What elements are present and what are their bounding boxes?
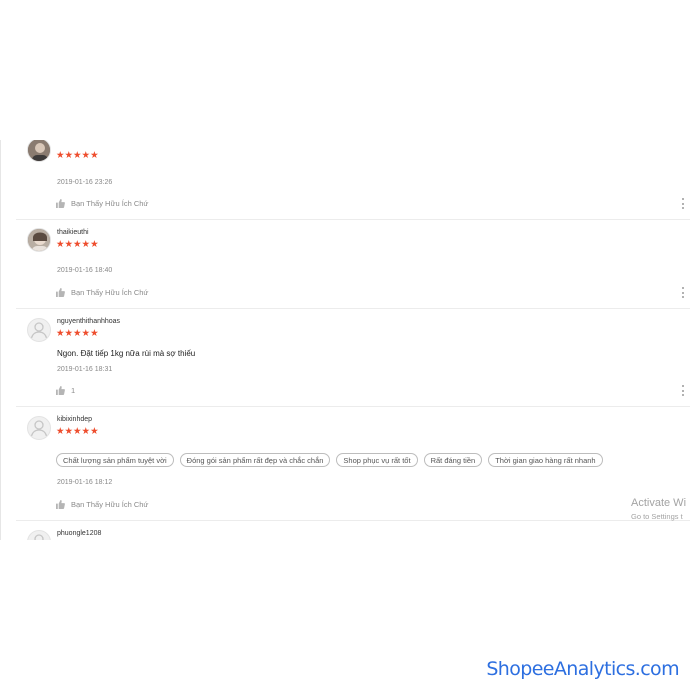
- thumbs-up-icon: [56, 499, 65, 509]
- rating-stars: ★★★★★: [56, 239, 99, 250]
- username[interactable]: nguyenthithanhhoas: [57, 318, 120, 325]
- avatar: [27, 140, 51, 162]
- helpful-label: Bạn Thấy Hữu Ích Chứ: [71, 198, 149, 208]
- username[interactable]: thaikieuthi: [57, 229, 89, 236]
- reviews-screenshot: ★★★★★ 2019-01-16 23:26 Bạn Thấy Hữu Ích …: [0, 140, 690, 540]
- review-date: 2019-01-16 23:26: [57, 179, 113, 186]
- more-options-icon[interactable]: [681, 385, 685, 396]
- rating-stars: ★★★★★: [56, 150, 99, 161]
- review-tag: Rất đáng tiền: [423, 453, 483, 467]
- thumbs-up-icon: [56, 198, 65, 208]
- default-avatar-icon: [34, 534, 44, 540]
- like-count: 1: [71, 385, 76, 395]
- activation-subtitle: Go to Settings t: [631, 512, 683, 521]
- review-comment: Ngon. Đặt tiếp 1kg nữa rùi mà sợ thiếu: [57, 349, 196, 358]
- helpful-button[interactable]: Bạn Thấy Hữu Ích Chứ: [56, 287, 148, 297]
- windows-activation-overlay: Activate Wi Go to Settings t: [631, 497, 690, 522]
- avatar: [27, 228, 51, 252]
- avatar: [27, 530, 51, 540]
- review-item: thaikieuthi ★★★★★ 2019-01-16 18:40 Bạn T…: [16, 220, 690, 309]
- thumbs-up-icon: [56, 287, 65, 297]
- helpful-label: Bạn Thấy Hữu Ích Chứ: [71, 499, 149, 509]
- review-item: kibixinhdep ★★★★★ Chất lượng sản phẩm tu…: [16, 407, 690, 521]
- review-tag: Chất lượng sản phẩm tuyệt vời: [56, 453, 174, 467]
- review-tags: Chất lượng sản phẩm tuyệt vời Đóng gói s…: [56, 453, 603, 467]
- username[interactable]: phuongle1208: [57, 530, 101, 537]
- helpful-button[interactable]: Bạn Thấy Hữu Ích Chứ: [56, 499, 148, 509]
- more-options-icon[interactable]: [681, 198, 685, 209]
- avatar: [27, 416, 51, 440]
- review-date: 2019-01-16 18:40: [57, 267, 113, 274]
- avatar: [27, 318, 51, 342]
- review-tag: Đóng gói sản phẩm rất đẹp và chắc chắn: [179, 453, 331, 467]
- watermark: ShopeeAnalytics.com: [486, 658, 679, 680]
- review-date: 2019-01-16 18:31: [57, 366, 113, 373]
- review-item: nguyenthithanhhoas ★★★★★ Ngon. Đặt tiếp …: [16, 309, 690, 407]
- thumbs-up-icon: [56, 385, 65, 395]
- username[interactable]: kibixinhdep: [57, 416, 92, 423]
- review-date: 2019-01-16 18:12: [57, 479, 113, 486]
- helpful-button[interactable]: Bạn Thấy Hữu Ích Chứ: [56, 198, 148, 208]
- left-divider: [0, 140, 1, 540]
- activation-title: Activate Wi: [631, 497, 687, 509]
- like-button[interactable]: 1: [56, 385, 75, 395]
- more-options-icon[interactable]: [681, 287, 685, 298]
- rating-stars: ★★★★★: [56, 328, 99, 339]
- review-tag: Shop phục vụ rất tốt: [336, 453, 418, 467]
- review-item: ★★★★★ 2019-01-16 23:26 Bạn Thấy Hữu Ích …: [16, 140, 690, 220]
- default-avatar-icon: [30, 322, 48, 339]
- rating-stars: ★★★★★: [56, 426, 99, 437]
- helpful-label: Bạn Thấy Hữu Ích Chứ: [71, 287, 149, 297]
- review-tag: Thời gian giao hàng rất nhanh: [488, 453, 603, 467]
- review-item: phuongle1208: [16, 521, 690, 540]
- default-avatar-icon: [30, 420, 48, 437]
